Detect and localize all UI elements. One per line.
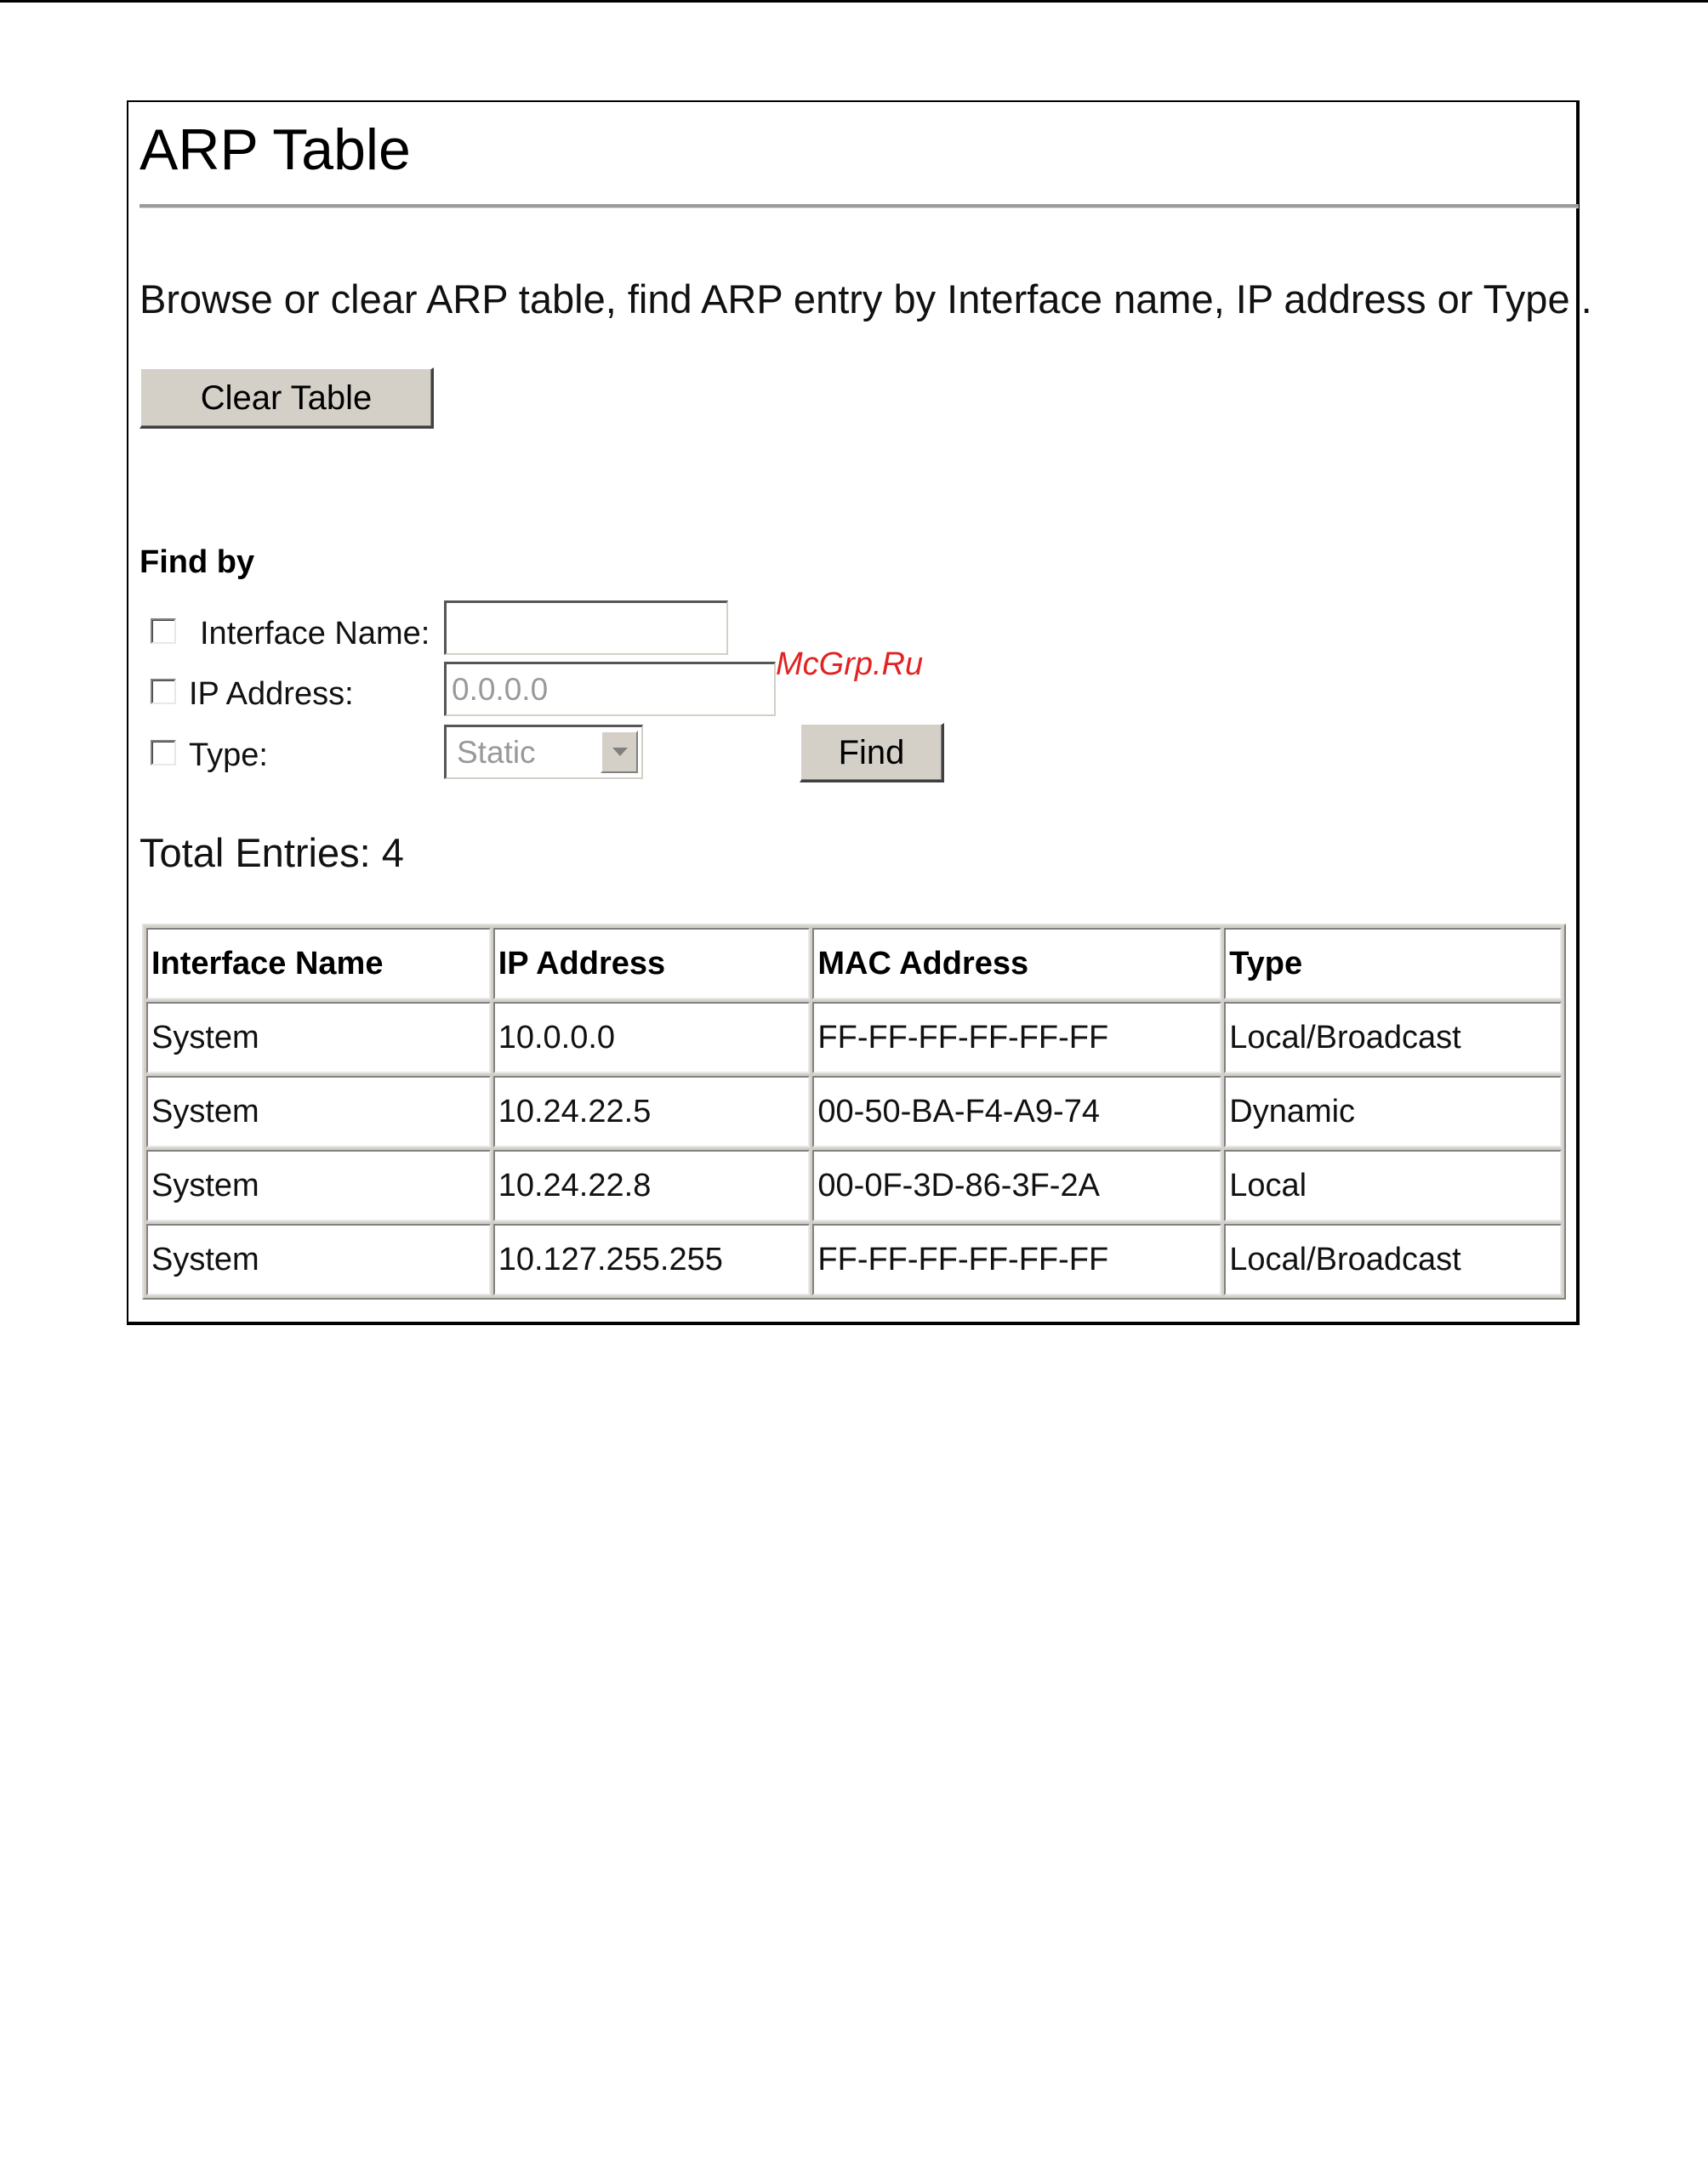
cell-mac-address: FF-FF-FF-FF-FF-FF: [812, 1002, 1222, 1073]
column-header-mac-address: MAC Address: [812, 928, 1222, 999]
type-select-value: Static: [457, 735, 536, 770]
table-row: System 10.24.22.8 00-0F-3D-86-3F-2A Loca…: [146, 1150, 1562, 1221]
arp-table: Interface Name IP Address MAC Address Ty…: [142, 924, 1566, 1300]
interface-name-checkbox[interactable]: [151, 618, 176, 644]
cell-interface-name: System: [146, 1224, 491, 1295]
cell-type: Local: [1224, 1150, 1562, 1221]
column-header-type: Type: [1224, 928, 1562, 999]
table-row: System 10.0.0.0 FF-FF-FF-FF-FF-FF Local/…: [146, 1002, 1562, 1073]
cell-ip-address: 10.127.255.255: [492, 1224, 811, 1295]
cell-type: Local/Broadcast: [1224, 1002, 1562, 1073]
ip-address-checkbox[interactable]: [151, 679, 176, 704]
type-checkbox[interactable]: [151, 740, 176, 765]
cell-mac-address: 00-50-BA-F4-A9-74: [812, 1076, 1222, 1147]
cell-mac-address: FF-FF-FF-FF-FF-FF: [812, 1224, 1222, 1295]
arp-table-container: Interface Name IP Address MAC Address Ty…: [142, 924, 1566, 2162]
type-select[interactable]: Static: [444, 725, 643, 779]
column-header-ip-address: IP Address: [492, 928, 811, 999]
table-header-row: Interface Name IP Address MAC Address Ty…: [146, 928, 1562, 999]
column-header-interface-name: Interface Name: [146, 928, 491, 999]
cell-type: Dynamic: [1224, 1076, 1562, 1147]
cell-interface-name: System: [146, 1002, 491, 1073]
cell-mac-address: 00-0F-3D-86-3F-2A: [812, 1150, 1222, 1221]
cell-ip-address: 10.0.0.0: [492, 1002, 811, 1073]
page-description: Browse or clear ARP table, find ARP entr…: [139, 276, 1592, 321]
watermark-text: McGrp.Ru: [776, 646, 924, 682]
chevron-down-icon[interactable]: [601, 731, 638, 773]
ip-address-label: IP Address:: [189, 676, 354, 712]
type-label: Type:: [189, 737, 268, 773]
cell-interface-name: System: [146, 1076, 491, 1147]
cell-interface-name: System: [146, 1150, 491, 1221]
cell-type: Local/Broadcast: [1224, 1224, 1562, 1295]
interface-name-label: Interface Name:: [200, 616, 430, 651]
interface-name-input[interactable]: [444, 600, 728, 655]
ip-address-input[interactable]: [444, 662, 776, 716]
table-row: System 10.24.22.5 00-50-BA-F4-A9-74 Dyna…: [146, 1076, 1562, 1147]
page-title: ARP Table: [139, 117, 411, 182]
find-button[interactable]: Find: [800, 723, 944, 782]
total-entries: Total Entries: 4: [139, 830, 404, 875]
top-rule: [0, 0, 1708, 3]
cell-ip-address: 10.24.22.5: [492, 1076, 811, 1147]
cell-ip-address: 10.24.22.8: [492, 1150, 811, 1221]
clear-table-button[interactable]: Clear Table: [139, 367, 434, 429]
find-by-heading: Find by: [139, 544, 255, 580]
table-row: System 10.127.255.255 FF-FF-FF-FF-FF-FF …: [146, 1224, 1562, 1295]
title-divider: [139, 204, 1579, 208]
